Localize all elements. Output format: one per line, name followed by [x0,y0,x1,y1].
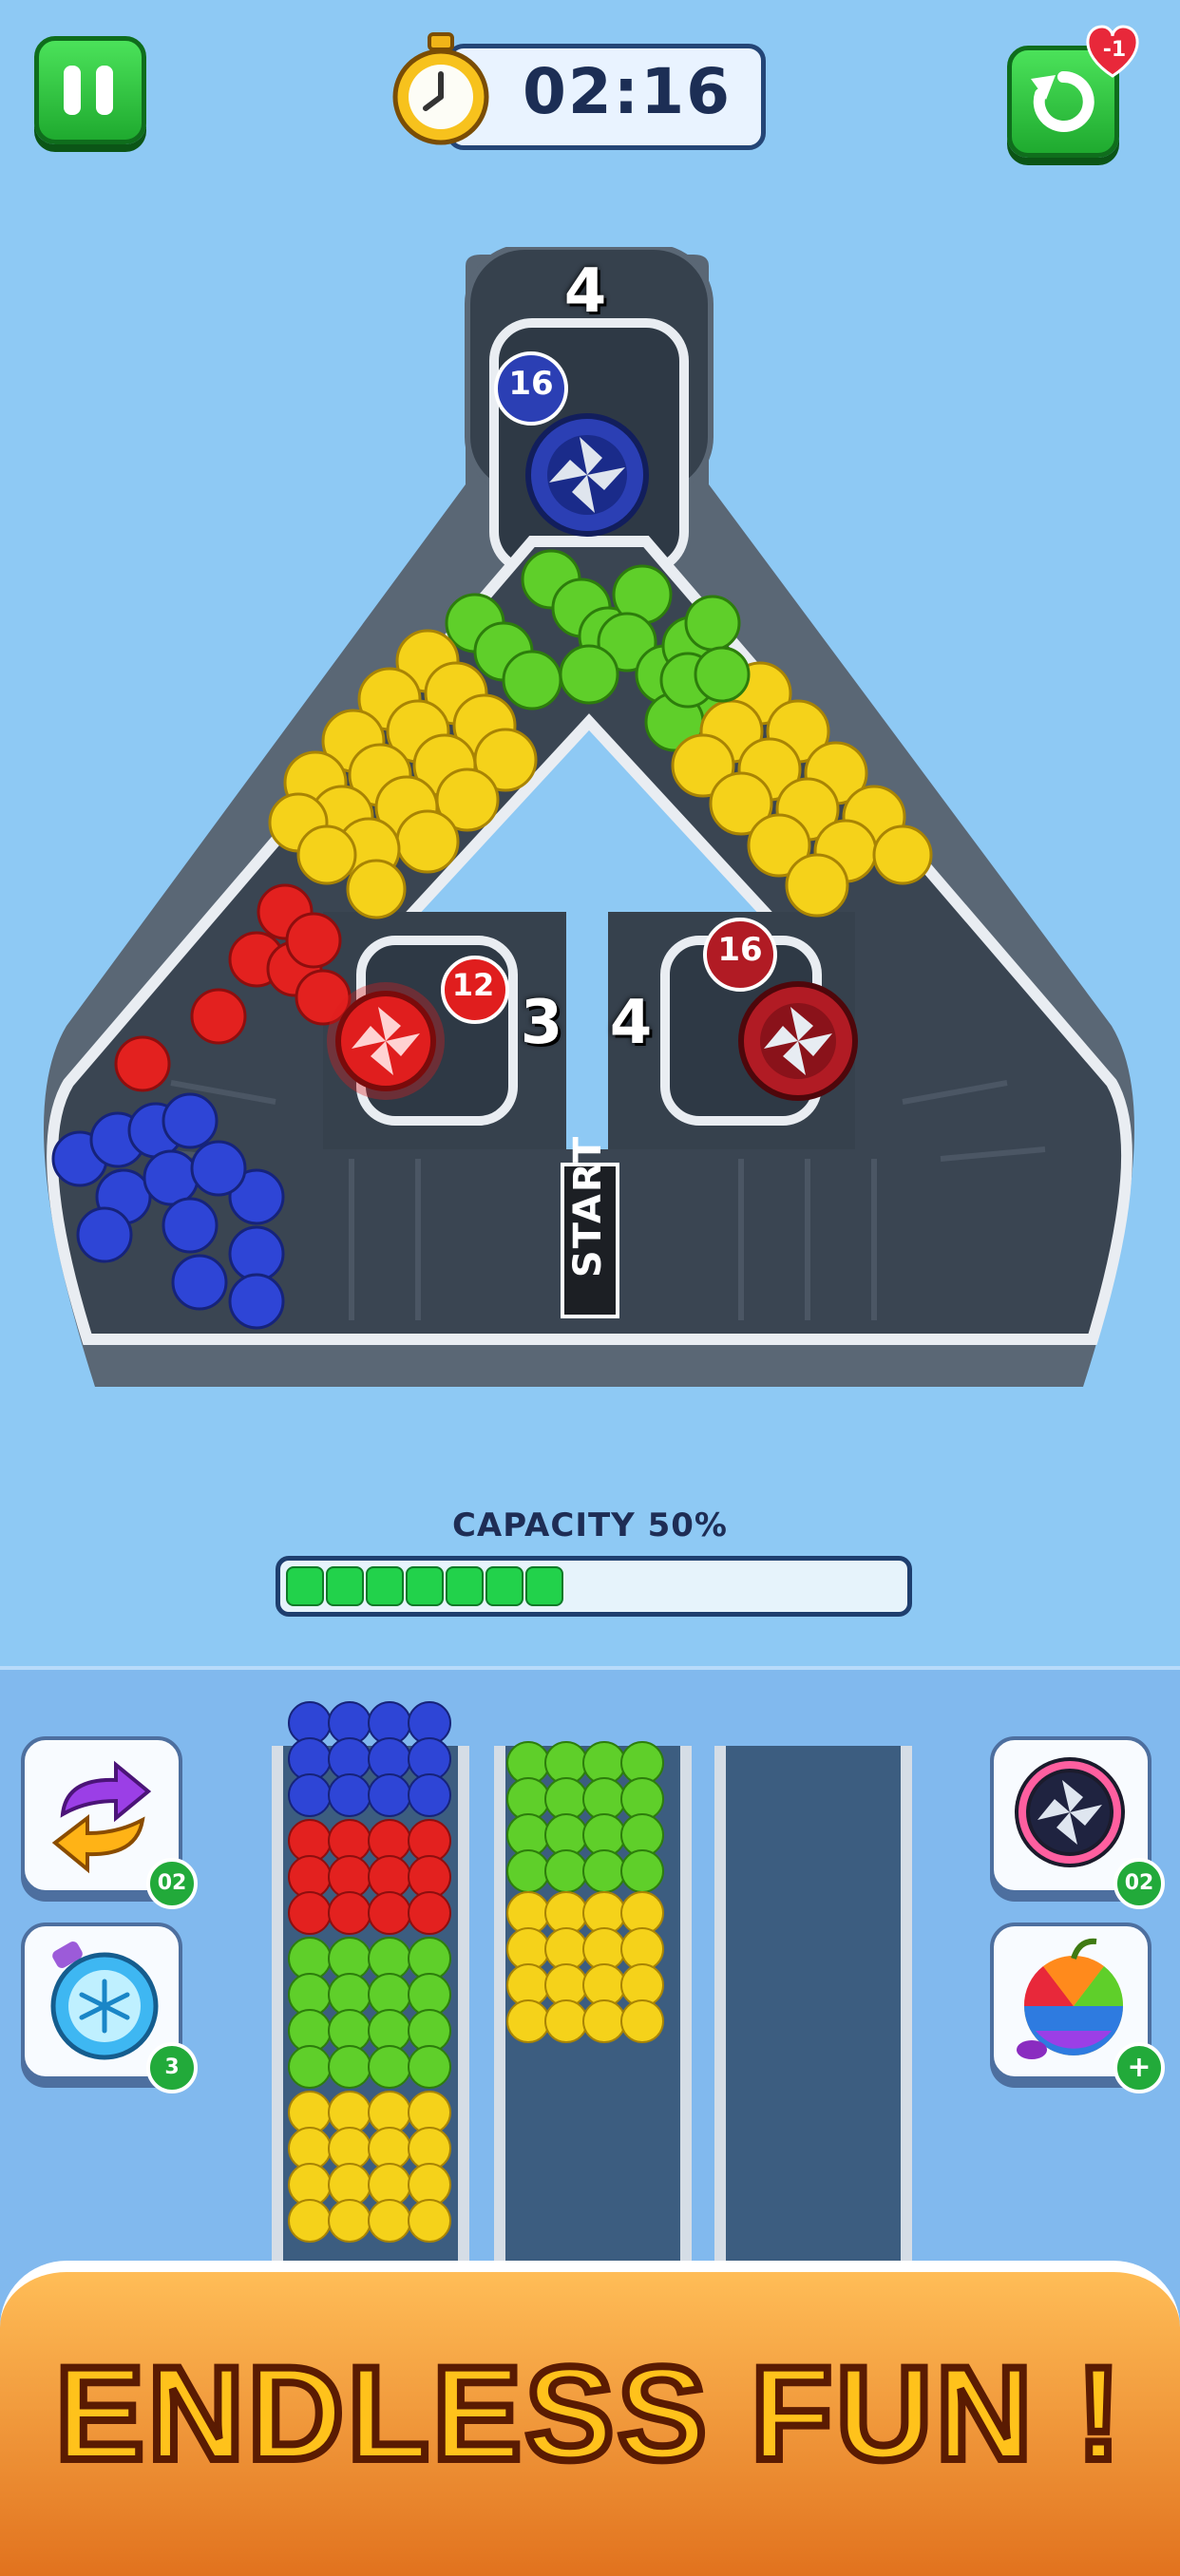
lives-change-label: -1 [1102,38,1127,62]
banner-text: ENDLESS FUN ! [51,2335,1125,2491]
capacity-segment [406,1566,444,1606]
pause-bar-right [96,66,113,115]
blade-right-icon [738,981,858,1101]
blade-top-icon [525,413,649,537]
pause-button[interactable] [34,36,146,144]
capacity-segment [286,1566,324,1606]
freeze-count-badge: 3 [146,2042,198,2093]
capacity-segment [326,1566,364,1606]
capacity-segment [485,1566,523,1606]
capacity-fill [286,1566,594,1606]
capacity-label: CAPACITY 50% [451,1506,728,1544]
rainbow-add-badge[interactable]: + [1113,2042,1165,2093]
top-lane-number: 4 [563,256,607,327]
capacity-segment [366,1566,404,1606]
stopwatch-icon [392,32,489,145]
timer-text: 02:16 [522,55,733,128]
tube-1-fruits [288,1701,451,2243]
right-lane-number: 4 [609,988,653,1058]
blade-left-count: 12 [451,967,495,1003]
swap-count-badge: 02 [146,1858,198,1909]
pause-bar-left [64,66,81,115]
left-lane-number: 3 [520,988,563,1058]
blade-count-badge: 02 [1113,1858,1165,1909]
blade-right-count: 16 [717,931,763,969]
capacity-segment [446,1566,484,1606]
tube-2-fruits [506,1741,664,2043]
capacity-bar [276,1556,912,1617]
start-label: START [566,1134,610,1279]
capacity-segment [525,1566,563,1606]
blade-top-count: 16 [508,365,554,403]
